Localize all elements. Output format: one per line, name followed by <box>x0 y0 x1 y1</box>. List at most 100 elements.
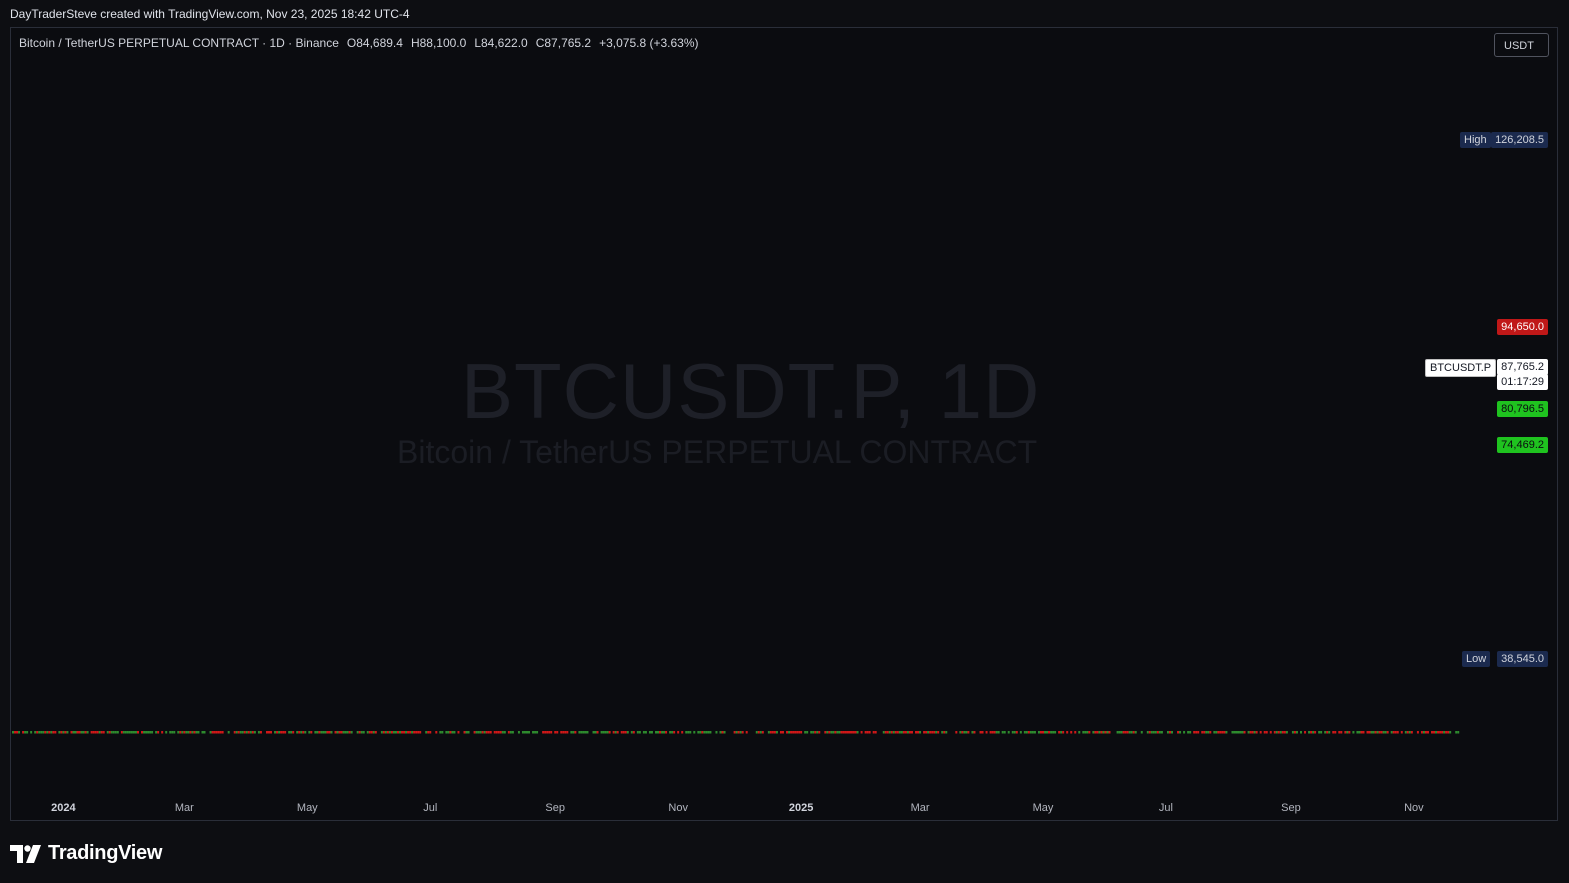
signal-dot <box>298 731 301 734</box>
signal-dot <box>596 731 599 734</box>
signal-dot <box>80 731 83 734</box>
signal-dot <box>221 731 224 734</box>
price-chart[interactable] <box>11 28 1558 821</box>
signal-dot <box>685 731 688 734</box>
signal-dot <box>614 731 617 734</box>
signal-dot <box>215 731 218 734</box>
signal-dot <box>60 731 63 734</box>
signal-dot <box>735 731 738 734</box>
signal-dot <box>338 731 341 734</box>
signal-dot <box>606 731 609 734</box>
signal-dot <box>892 731 895 734</box>
signal-dot <box>759 731 762 734</box>
signal-dot <box>1420 731 1423 734</box>
signal-dot <box>62 731 65 734</box>
signal-dot <box>24 731 27 734</box>
signal-dot <box>399 731 402 734</box>
signal-dot <box>848 731 851 734</box>
signal-dot <box>239 731 242 734</box>
signal-dot <box>1243 731 1246 734</box>
signal-dot <box>844 731 847 734</box>
signal-dot <box>187 731 190 734</box>
signal-dot <box>499 731 502 734</box>
signal-dot <box>548 731 551 734</box>
signal-dot <box>578 731 581 734</box>
signal-dot <box>98 731 101 734</box>
signal-dot <box>302 731 305 734</box>
signal-dot <box>767 731 770 734</box>
signal-dot <box>602 731 605 734</box>
signal-dot <box>64 731 67 734</box>
signal-dot <box>521 731 524 734</box>
signal-dot <box>247 731 250 734</box>
signal-dot <box>1239 731 1242 734</box>
signal-dot <box>445 731 448 734</box>
signal-dot <box>687 731 690 734</box>
signal-dot <box>612 731 615 734</box>
signal-dot <box>407 731 410 734</box>
signal-dot <box>1058 731 1061 734</box>
signal-dot <box>360 731 363 734</box>
signal-dot <box>100 731 103 734</box>
signal-dot <box>265 731 268 734</box>
signal-dot <box>243 731 246 734</box>
signal-dot <box>1088 731 1091 734</box>
signal-dot <box>874 731 877 734</box>
signal-dot <box>985 731 988 734</box>
support-price-tag-2: 74,469.2 <box>1497 437 1548 453</box>
signal-dot <box>600 731 603 734</box>
signal-dot <box>824 731 827 734</box>
signal-dot <box>908 731 911 734</box>
signal-dot <box>792 731 795 734</box>
signal-dot <box>274 731 277 734</box>
low-label: Low <box>1462 651 1491 667</box>
signal-dot <box>681 731 684 734</box>
signal-dot <box>1007 731 1010 734</box>
currency-button[interactable]: USDT <box>1494 33 1549 57</box>
signal-dot <box>709 731 712 734</box>
chart-panel[interactable]: BTCUSDT.P, 1D Bitcoin / TetherUS PERPETU… <box>10 27 1558 821</box>
signal-dot <box>74 731 77 734</box>
signal-dot <box>703 731 706 734</box>
signal-dot <box>1086 731 1089 734</box>
signal-dot <box>330 731 333 734</box>
signal-dot <box>1042 731 1044 734</box>
signal-dot <box>761 731 764 734</box>
signal-dot <box>991 731 994 734</box>
signal-dot <box>237 731 240 734</box>
signal-dot <box>925 731 928 734</box>
signal-dot <box>14 731 17 734</box>
signal-dot <box>241 731 244 734</box>
signal-dot <box>1066 731 1069 734</box>
signal-dot <box>882 731 885 734</box>
signal-dot <box>181 731 184 734</box>
signal-dot <box>1201 731 1204 734</box>
signal-dot <box>507 731 510 734</box>
signal-dot <box>384 731 387 734</box>
signal-dot <box>794 731 797 734</box>
signal-dot <box>1156 731 1159 734</box>
signal-dot <box>620 731 623 734</box>
signal-dot <box>810 731 813 734</box>
signal-dot <box>1158 731 1161 734</box>
signal-dot <box>1449 731 1452 734</box>
signal-dot <box>1205 731 1208 734</box>
signal-dot <box>771 731 774 734</box>
signal-dot <box>419 731 422 734</box>
signal-dot <box>203 731 206 734</box>
signal-dot <box>173 731 176 734</box>
signal-dot <box>850 731 853 734</box>
signal-dot <box>96 731 99 734</box>
time-axis-tick: 2024 <box>51 802 76 814</box>
tradingview-logo[interactable]: TradingView <box>10 842 162 865</box>
signal-dot <box>403 731 406 734</box>
signal-dot <box>324 731 327 734</box>
signal-dot <box>995 731 998 734</box>
signal-dot <box>1140 731 1143 734</box>
signal-dot <box>195 731 198 734</box>
signal-dot <box>1370 731 1373 734</box>
signal-dot <box>372 731 375 734</box>
signal-dot <box>650 731 653 734</box>
signal-dot <box>745 731 748 734</box>
signal-dot <box>1152 731 1155 734</box>
